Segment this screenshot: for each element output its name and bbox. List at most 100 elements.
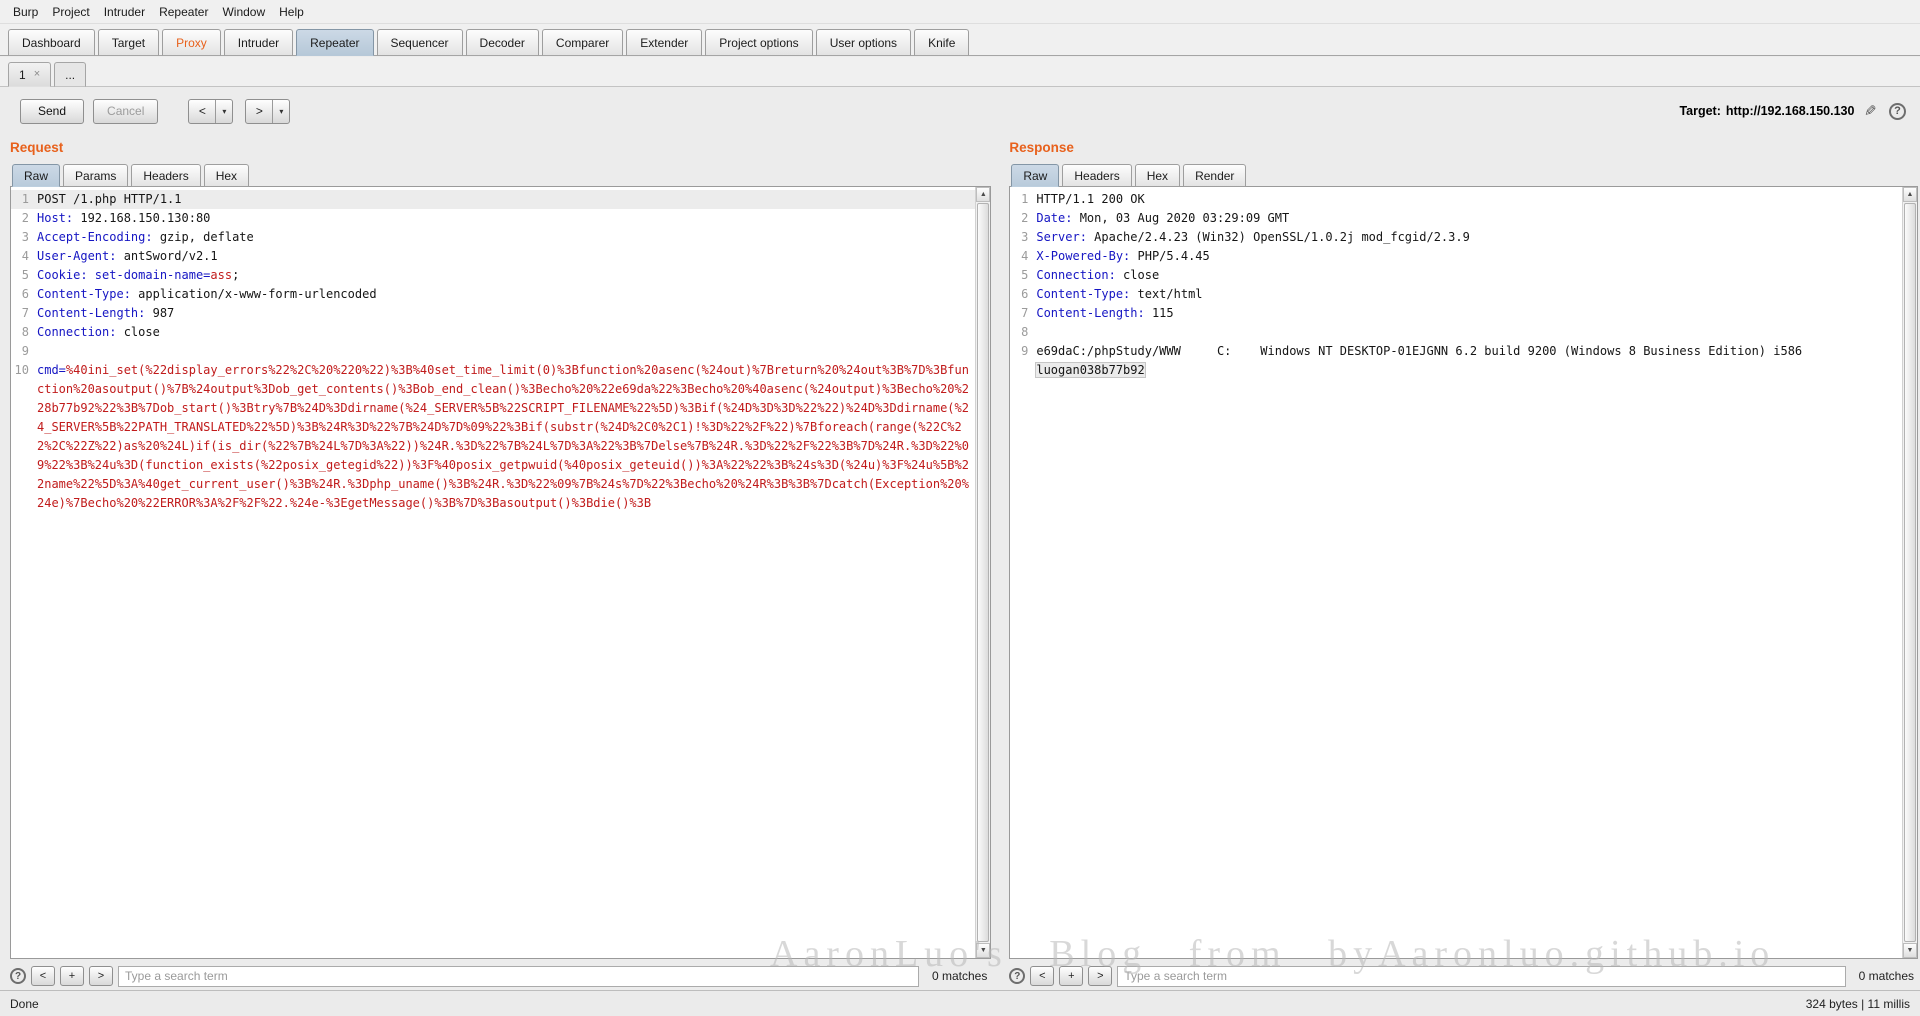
response-editor[interactable]: 1HTTP/1.1 200 OK2Date: Mon, 03 Aug 2020 … bbox=[1009, 186, 1918, 959]
menu-item-help[interactable]: Help bbox=[272, 3, 311, 21]
response-view-tab-render[interactable]: Render bbox=[1183, 164, 1246, 187]
close-tab-icon[interactable]: × bbox=[34, 69, 40, 80]
response-code-line: 8 bbox=[1010, 323, 1902, 342]
response-panel: Response RawHeadersHexRender 1HTTP/1.1 2… bbox=[1009, 135, 1918, 990]
search-next-button[interactable]: > bbox=[89, 966, 113, 986]
request-view-tab-headers[interactable]: Headers bbox=[131, 164, 200, 187]
line-number: 9 bbox=[1010, 342, 1036, 380]
scroll-up-icon[interactable]: ▲ bbox=[1903, 187, 1917, 202]
request-view-tab-hex[interactable]: Hex bbox=[204, 164, 249, 187]
chevron-down-icon[interactable]: ▾ bbox=[216, 100, 232, 123]
code-text[interactable]: Cookie: set-domain-name=ass; bbox=[37, 266, 975, 285]
main-tab-sequencer[interactable]: Sequencer bbox=[377, 29, 463, 56]
chevron-down-icon[interactable]: ▾ bbox=[273, 100, 289, 123]
response-view-tab-raw[interactable]: Raw bbox=[1011, 164, 1059, 187]
main-tab-extender[interactable]: Extender bbox=[626, 29, 702, 56]
response-code-line: 2Date: Mon, 03 Aug 2020 03:29:09 GMT bbox=[1010, 209, 1902, 228]
response-timing-stats: 324 bytes | 11 millis bbox=[1806, 997, 1910, 1011]
prev-arrow-icon[interactable]: < bbox=[189, 100, 216, 123]
search-help-icon[interactable]: ? bbox=[10, 968, 26, 984]
code-text[interactable]: Content-Type: application/x-www-form-url… bbox=[37, 285, 975, 304]
menu-item-window[interactable]: Window bbox=[215, 3, 272, 21]
session-tab-item[interactable]: ... bbox=[54, 62, 86, 87]
line-number: 8 bbox=[1010, 323, 1036, 342]
code-text[interactable]: cmd=%40ini_set(%22display_errors%22%2C%2… bbox=[37, 361, 975, 513]
request-code-line: 1POST /1.php HTTP/1.1 bbox=[11, 190, 975, 209]
scroll-down-icon[interactable]: ▼ bbox=[1903, 943, 1917, 958]
code-text[interactable]: Host: 192.168.150.130:80 bbox=[37, 209, 975, 228]
search-prev-button[interactable]: < bbox=[31, 966, 55, 986]
send-button[interactable]: Send bbox=[20, 99, 84, 124]
next-arrow-icon[interactable]: > bbox=[246, 100, 273, 123]
search-next-button[interactable]: > bbox=[1088, 966, 1112, 986]
search-prev-button[interactable]: < bbox=[1030, 966, 1054, 986]
line-number: 2 bbox=[1010, 209, 1036, 228]
menu-item-burp[interactable]: Burp bbox=[6, 3, 45, 21]
main-tab-project-options[interactable]: Project options bbox=[705, 29, 812, 56]
search-help-icon[interactable]: ? bbox=[1009, 968, 1025, 984]
menu-item-intruder[interactable]: Intruder bbox=[97, 3, 152, 21]
code-text[interactable]: HTTP/1.1 200 OK bbox=[1036, 190, 1902, 209]
main-tab-decoder[interactable]: Decoder bbox=[466, 29, 539, 56]
response-view-tab-hex[interactable]: Hex bbox=[1135, 164, 1180, 187]
prev-request-button[interactable]: < ▾ bbox=[188, 99, 233, 124]
main-tab-proxy[interactable]: Proxy bbox=[162, 29, 221, 56]
code-text[interactable]: Content-Type: text/html bbox=[1036, 285, 1902, 304]
request-code-line: 8Connection: close bbox=[11, 323, 975, 342]
code-text[interactable] bbox=[1036, 323, 1902, 342]
scroll-down-icon[interactable]: ▼ bbox=[976, 943, 990, 958]
code-text[interactable]: Content-Length: 115 bbox=[1036, 304, 1902, 323]
scroll-thumb[interactable] bbox=[977, 203, 989, 942]
code-text[interactable]: X-Powered-By: PHP/5.4.45 bbox=[1036, 247, 1902, 266]
main-tab-dashboard[interactable]: Dashboard bbox=[8, 29, 95, 56]
menu-item-project[interactable]: Project bbox=[45, 3, 96, 21]
main-tab-user-options[interactable]: User options bbox=[816, 29, 911, 56]
main-tab-repeater[interactable]: Repeater bbox=[296, 29, 373, 56]
code-text[interactable]: Content-Length: 987 bbox=[37, 304, 975, 323]
code-text[interactable] bbox=[37, 342, 975, 361]
line-number: 10 bbox=[11, 361, 37, 513]
line-number: 3 bbox=[11, 228, 37, 247]
code-text[interactable]: Connection: close bbox=[1036, 266, 1902, 285]
main-tab-intruder[interactable]: Intruder bbox=[224, 29, 293, 56]
code-text[interactable]: e69daC:/phpStudy/WWW C: Windows NT DESKT… bbox=[1036, 342, 1902, 380]
response-view-tab-headers[interactable]: Headers bbox=[1062, 164, 1131, 187]
code-text[interactable]: Date: Mon, 03 Aug 2020 03:29:09 GMT bbox=[1036, 209, 1902, 228]
request-editor[interactable]: 1POST /1.php HTTP/1.12Host: 192.168.150.… bbox=[10, 186, 991, 959]
main-tab-comparer[interactable]: Comparer bbox=[542, 29, 623, 56]
code-text[interactable]: Accept-Encoding: gzip, deflate bbox=[37, 228, 975, 247]
response-code: 1HTTP/1.1 200 OK2Date: Mon, 03 Aug 2020 … bbox=[1010, 187, 1902, 958]
main-tabs: DashboardTargetProxyIntruderRepeaterSequ… bbox=[0, 24, 1920, 56]
status-text: Done bbox=[10, 997, 39, 1011]
response-editor-tabs: RawHeadersHexRender bbox=[1009, 160, 1918, 186]
request-scrollbar[interactable]: ▲ ▼ bbox=[975, 187, 990, 958]
code-text[interactable]: POST /1.php HTTP/1.1 bbox=[37, 190, 975, 209]
response-search-input[interactable] bbox=[1117, 966, 1845, 987]
code-text[interactable]: Server: Apache/2.4.23 (Win32) OpenSSL/1.… bbox=[1036, 228, 1902, 247]
code-text[interactable]: Connection: close bbox=[37, 323, 975, 342]
scroll-up-icon[interactable]: ▲ bbox=[976, 187, 990, 202]
request-view-tab-raw[interactable]: Raw bbox=[12, 164, 60, 187]
next-request-button[interactable]: > ▾ bbox=[245, 99, 290, 124]
main-tab-knife[interactable]: Knife bbox=[914, 29, 969, 56]
line-number: 6 bbox=[1010, 285, 1036, 304]
request-code-line: 10cmd=%40ini_set(%22display_errors%22%2C… bbox=[11, 361, 975, 513]
request-code-line: 4User-Agent: antSword/v2.1 bbox=[11, 247, 975, 266]
request-view-tab-params[interactable]: Params bbox=[63, 164, 128, 187]
response-code-line: 3Server: Apache/2.4.23 (Win32) OpenSSL/1… bbox=[1010, 228, 1902, 247]
menu-item-repeater[interactable]: Repeater bbox=[152, 3, 215, 21]
response-scrollbar[interactable]: ▲ ▼ bbox=[1902, 187, 1917, 958]
edit-target-icon[interactable]: ✎ bbox=[1864, 102, 1877, 120]
cancel-button[interactable]: Cancel bbox=[93, 99, 158, 124]
session-tab-1[interactable]: 1× bbox=[8, 62, 51, 87]
search-options-button[interactable]: + bbox=[1059, 966, 1083, 986]
code-text[interactable]: User-Agent: antSword/v2.1 bbox=[37, 247, 975, 266]
request-code-line: 3Accept-Encoding: gzip, deflate bbox=[11, 228, 975, 247]
search-options-button[interactable]: + bbox=[60, 966, 84, 986]
scroll-thumb[interactable] bbox=[1904, 203, 1916, 942]
line-number: 4 bbox=[1010, 247, 1036, 266]
main-tab-target[interactable]: Target bbox=[98, 29, 159, 56]
menubar: BurpProjectIntruderRepeaterWindowHelp bbox=[0, 0, 1920, 24]
help-icon[interactable]: ? bbox=[1889, 103, 1906, 120]
request-search-input[interactable] bbox=[118, 966, 919, 987]
